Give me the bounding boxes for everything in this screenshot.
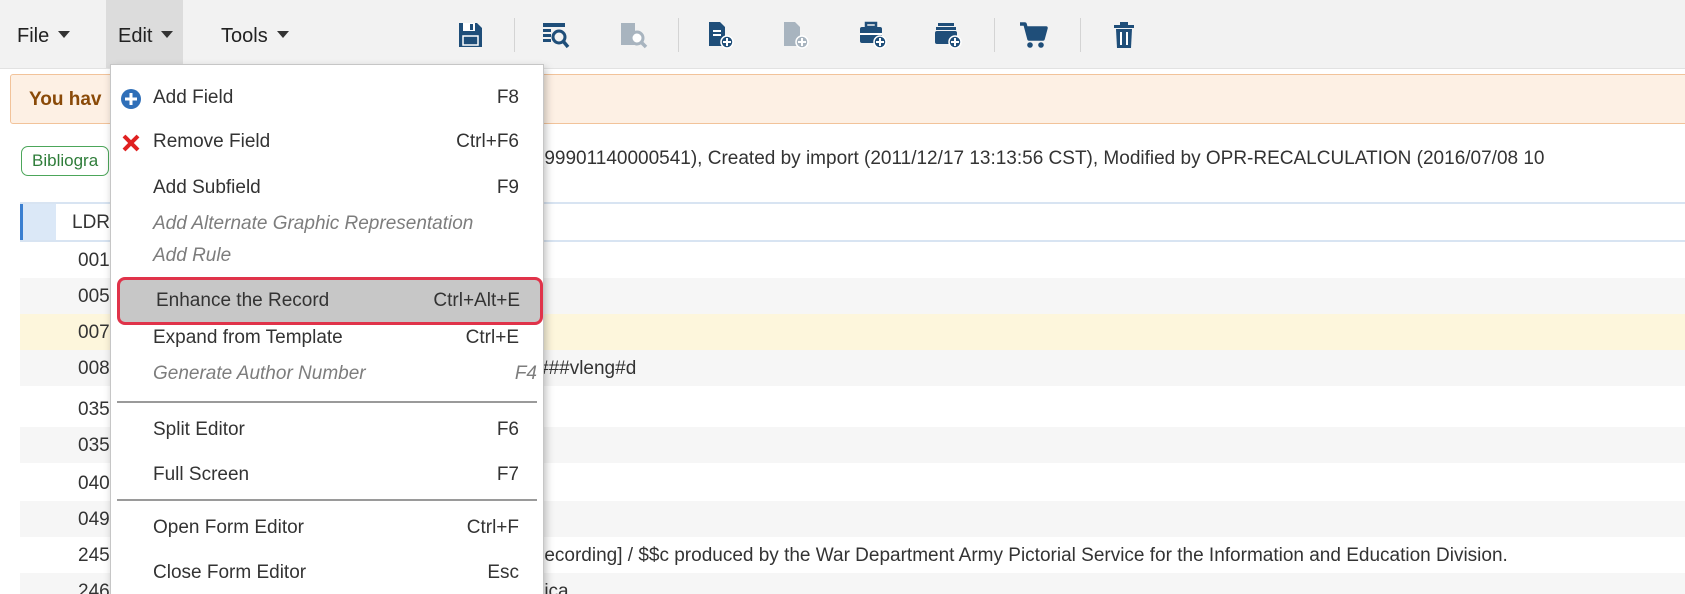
field-value[interactable]: ###vleng#d <box>538 358 636 380</box>
search-record-disabled-icon[interactable] <box>618 20 648 50</box>
toolbar-separator <box>994 18 995 52</box>
search-record-icon[interactable] <box>540 20 570 50</box>
menu-item-split-editor[interactable]: Split Editor F6 <box>111 411 543 447</box>
menu-item-shortcut: Esc <box>487 562 519 583</box>
save-icon[interactable] <box>455 20 485 50</box>
menu-item-label: Add Alternate Graphic Representation <box>153 213 474 234</box>
menu-item-shortcut: F4 <box>514 363 537 384</box>
chevron-down-icon <box>276 31 289 39</box>
menu-item-label: Remove Field <box>153 131 271 152</box>
new-record-icon[interactable] <box>705 20 735 50</box>
toolbar-separator <box>1080 18 1081 52</box>
tools-menu[interactable]: Tools <box>221 0 289 68</box>
record-info: (99901140000541), Created by import (201… <box>538 148 1545 169</box>
menu-item-label: Full Screen <box>153 464 250 485</box>
menu-item-close-form-editor[interactable]: Close Form Editor Esc <box>111 554 543 590</box>
menu-separator <box>117 401 537 403</box>
menu-item-add-alternate-graphic[interactable]: Add Alternate Graphic Representation <box>111 205 543 241</box>
menu-item-add-rule[interactable]: Add Rule <box>111 237 543 273</box>
menu-item-enhance-record[interactable]: Enhance the Record Ctrl+Alt+E <box>117 277 543 325</box>
menu-item-label: Add Field <box>153 87 234 108</box>
menu-item-expand-template[interactable]: Expand from Template Ctrl+E <box>111 319 543 355</box>
field-tag: 035 <box>78 399 110 420</box>
field-tag: 001 <box>78 250 110 271</box>
plus-circle-icon <box>121 89 141 109</box>
field-tag: 005 <box>78 286 110 307</box>
menu-item-shortcut: Ctrl+F6 <box>456 131 519 152</box>
menu-item-label: Expand from Template <box>153 327 343 348</box>
new-portfolio-icon[interactable] <box>857 20 887 50</box>
field-tag: 007 <box>78 322 110 343</box>
menu-item-label: Add Subfield <box>153 177 261 198</box>
new-collection-icon[interactable] <box>932 20 962 50</box>
edit-menu[interactable]: Edit <box>106 0 184 68</box>
menu-item-shortcut: F6 <box>496 419 519 440</box>
metadata-editor-window: File Edit Tools You hav Bibliogra (99901… <box>0 0 1685 594</box>
menubar: File Edit Tools <box>0 0 1685 69</box>
warning-text: You hav <box>29 89 102 110</box>
field-tag: 049 <box>78 509 110 530</box>
field-tag: 245 <box>78 545 110 566</box>
menu-item-generate-author-number[interactable]: Generate Author Number F4 <box>111 355 543 391</box>
menu-item-full-screen[interactable]: Full Screen F7 <box>111 456 543 492</box>
menu-item-open-form-editor[interactable]: Open Form Editor Ctrl+F <box>111 509 543 545</box>
record-type-badge[interactable]: Bibliogra <box>21 146 110 176</box>
menu-item-label: Open Form Editor <box>153 517 304 538</box>
chevron-down-icon <box>161 31 174 39</box>
menu-item-label: Generate Author Number <box>153 363 366 384</box>
menu-item-label: Close Form Editor <box>153 562 307 583</box>
cart-icon[interactable] <box>1018 20 1048 50</box>
menu-item-shortcut: Ctrl+Alt+E <box>433 290 520 311</box>
trash-icon[interactable] <box>1110 20 1140 50</box>
toolbar-separator <box>678 18 679 52</box>
chevron-down-icon <box>58 31 71 39</box>
row-selector[interactable] <box>20 204 57 240</box>
menu-item-shortcut: F7 <box>496 464 519 485</box>
field-value[interactable]: recording] / $$c produced by the War Dep… <box>538 545 1508 567</box>
edit-menu-label: Edit <box>118 25 153 47</box>
toolbar-separator <box>514 18 515 52</box>
menu-item-label: Split Editor <box>153 419 245 440</box>
ldr-tag: LDR <box>72 212 111 233</box>
menu-item-shortcut: Ctrl+F <box>466 517 519 538</box>
file-menu[interactable]: File <box>17 0 71 68</box>
remove-x-icon <box>122 134 140 152</box>
menu-separator <box>117 499 537 501</box>
file-menu-label: File <box>17 25 50 47</box>
menu-item-add-subfield[interactable]: Add Subfield F9 <box>111 169 543 205</box>
menu-item-label: Enhance the Record <box>156 290 330 311</box>
field-tag: 040 <box>78 473 110 494</box>
menu-item-shortcut: F9 <box>496 177 519 198</box>
menu-item-shortcut: F8 <box>496 87 519 108</box>
field-tag: 246 <box>78 581 110 594</box>
tools-menu-label: Tools <box>221 25 268 47</box>
menu-item-label: Add Rule <box>153 245 232 266</box>
field-tag: 008 <box>78 358 110 379</box>
menu-item-remove-field[interactable]: Remove Field Ctrl+F6 <box>111 123 543 159</box>
field-tag: 035 <box>78 435 110 456</box>
menu-item-shortcut: Ctrl+E <box>465 327 519 348</box>
new-record-disabled-icon[interactable] <box>780 20 810 50</box>
edit-dropdown-menu: Add Field F8 Remove Field Ctrl+F6 Add Su… <box>110 64 544 594</box>
menu-item-add-field[interactable]: Add Field F8 <box>111 79 543 115</box>
